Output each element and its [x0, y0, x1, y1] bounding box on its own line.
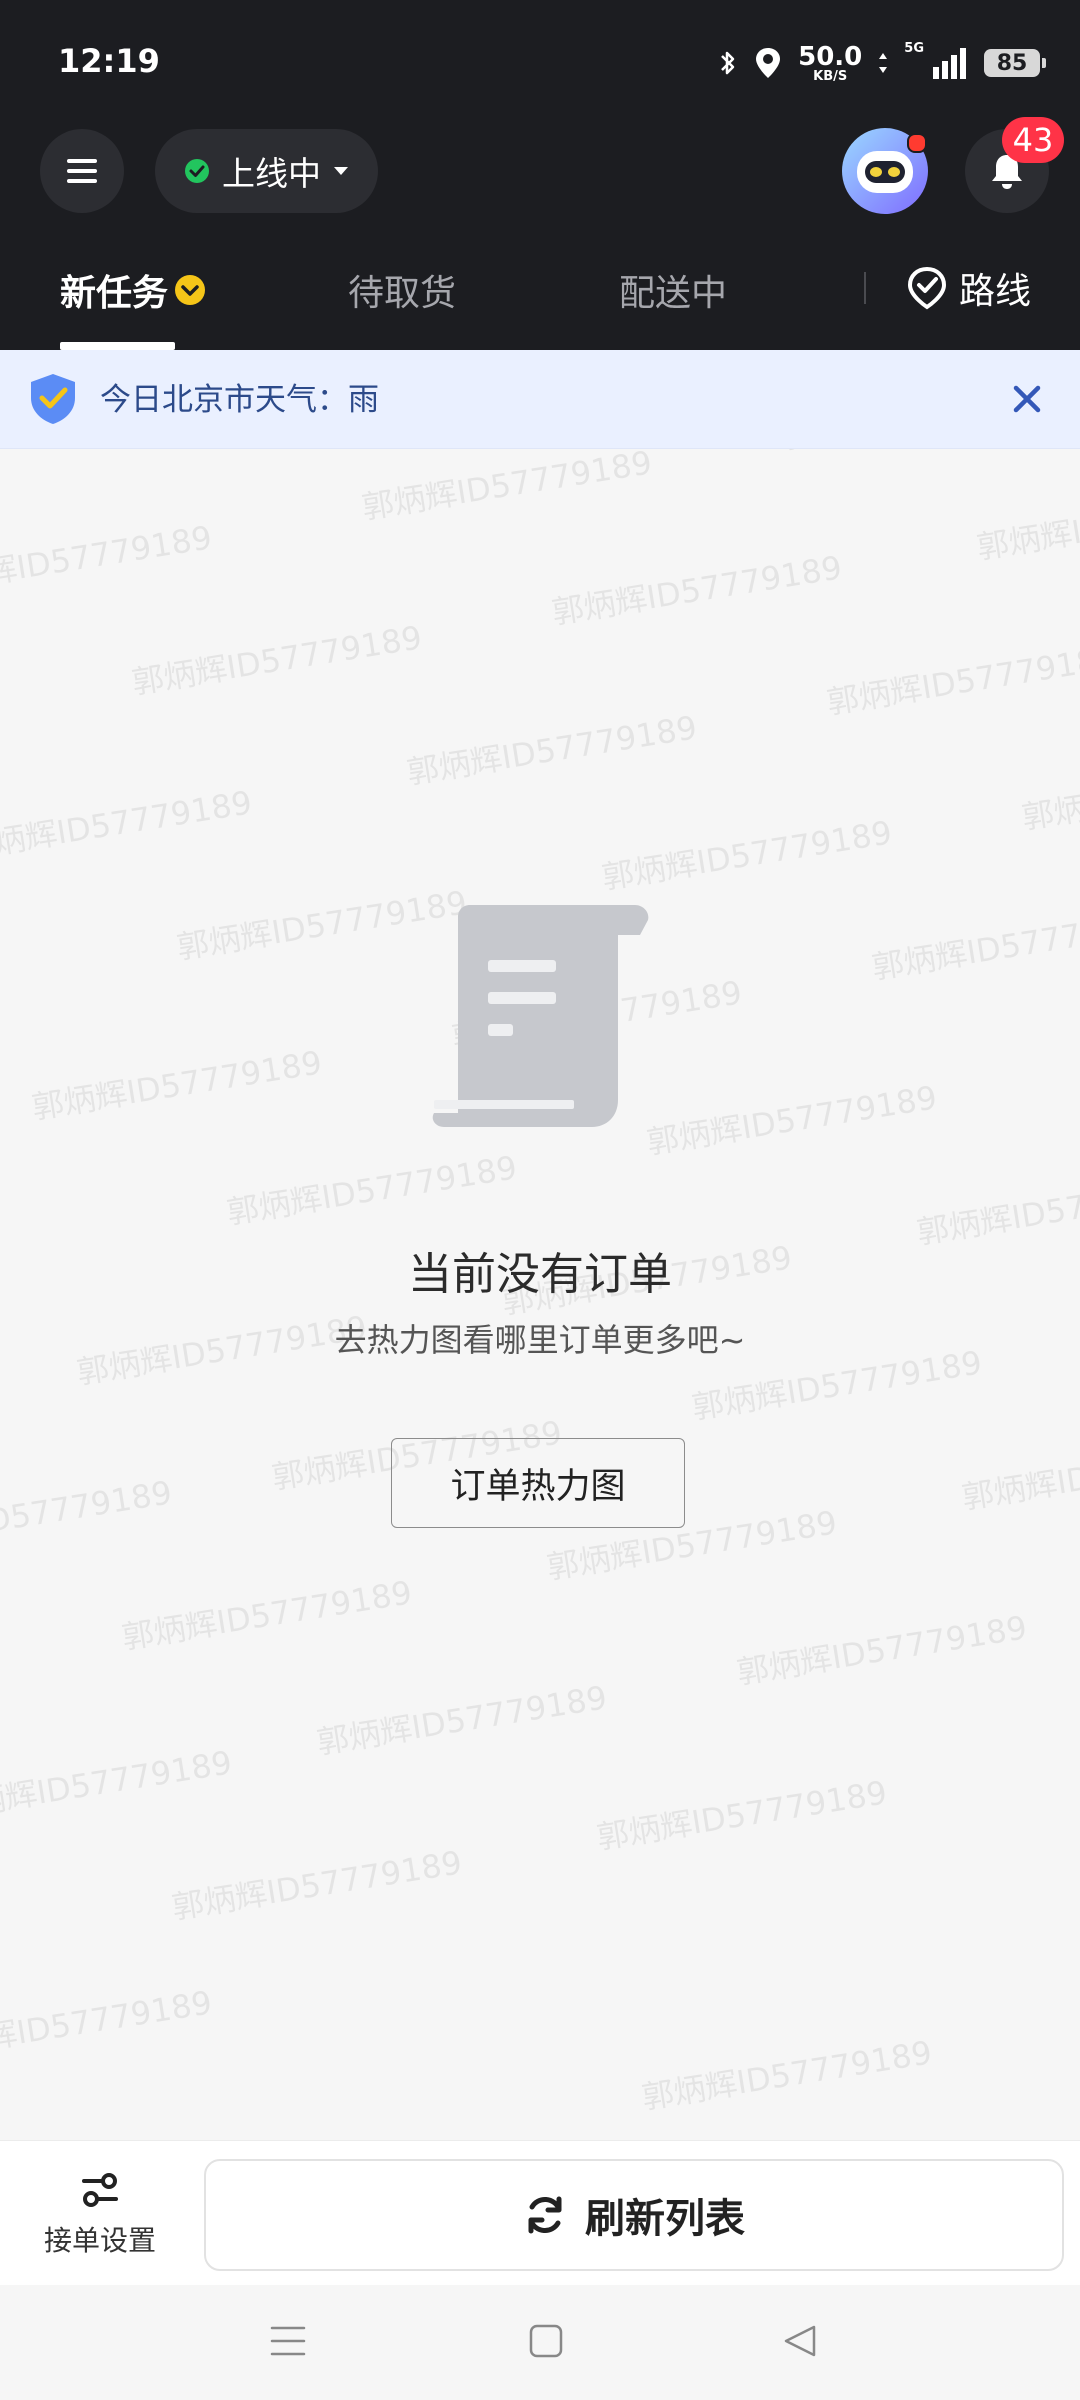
route-label: 路线	[959, 271, 1032, 312]
watermark: 郭炳辉ID57779189	[0, 518, 215, 602]
empty-orders-icon	[432, 905, 649, 1127]
assistant-alert-dot	[907, 133, 927, 153]
watermark: 郭炳辉ID57779189	[974, 483, 1080, 567]
tab-new-tasks-label: 新任务	[60, 273, 169, 314]
watermark: 郭炳辉ID57779189	[314, 1678, 610, 1762]
route-button[interactable]: 路线	[905, 262, 1031, 314]
watermark: 郭炳辉ID57779189	[594, 1773, 890, 1857]
battery-level: 85	[996, 50, 1028, 76]
watermark: 郭炳辉ID57779189	[129, 618, 425, 702]
close-icon[interactable]	[1010, 382, 1044, 416]
network-type: 5G	[904, 41, 924, 56]
accept-settings-button[interactable]: 接单设置	[40, 2171, 160, 2259]
task-tabs: 新任务 待取货 配送中 路线	[0, 250, 1080, 350]
watermark: 郭炳辉ID57779189	[0, 1473, 175, 1557]
location-icon	[756, 48, 781, 78]
settings-sliders-icon	[82, 2173, 118, 2207]
watermark: 郭炳辉ID57779189	[869, 903, 1080, 987]
weather-notice-banner: 今日北京市天气：雨	[0, 350, 1080, 449]
menu-button[interactable]	[40, 129, 124, 213]
empty-state-subtitle: 去热力图看哪里订单更多吧~	[334, 1321, 746, 1359]
home-icon[interactable]	[528, 2323, 564, 2359]
active-tab-indicator	[60, 342, 175, 350]
app-header: 12:19 50.0 KB/S 5G 85 上线中 43 新任务 待取货 配送中…	[0, 0, 1080, 350]
robot-icon	[857, 151, 913, 193]
tab-divider	[864, 272, 866, 304]
weather-notice-text: 今日北京市天气：雨	[100, 382, 379, 418]
watermark: 郭炳辉ID57779189	[959, 1433, 1080, 1517]
watermark: 郭炳辉ID57779189	[734, 1608, 1030, 1692]
watermark: 郭炳辉ID57779189	[119, 1573, 415, 1657]
bottom-action-bar: 接单设置 刷新列表	[0, 2140, 1080, 2286]
watermark: 郭炳辉ID57779189	[824, 638, 1080, 722]
back-icon[interactable]	[782, 2323, 818, 2359]
watermark: 郭炳辉ID57779189	[29, 1043, 325, 1127]
tab-awaiting-pickup[interactable]: 待取货	[348, 264, 456, 316]
watermark: 郭炳辉ID57779189	[174, 883, 470, 967]
notification-count-badge: 43	[1002, 117, 1064, 163]
watermark: 郭炳辉ID57779189	[359, 443, 655, 527]
tab-new-tasks[interactable]: 新任务	[60, 264, 206, 316]
refresh-list-button[interactable]: 刷新列表	[204, 2159, 1064, 2271]
network-speed-value: 50.0	[798, 41, 863, 72]
watermark: 郭炳辉ID57779189	[0, 1983, 215, 2067]
watermark: 郭炳辉ID57779189	[0, 783, 255, 867]
tab-delivering[interactable]: 配送中	[619, 264, 727, 316]
watermark: 郭炳辉ID57779189	[644, 1078, 940, 1162]
watermark: 郭炳辉ID57779189	[549, 548, 845, 632]
status-bar: 12:19 50.0 KB/S 5G 85	[0, 0, 1080, 125]
watermark: 郭炳辉ID57779189	[599, 813, 895, 897]
refresh-list-label: 刷新列表	[585, 2196, 745, 2242]
signal-icon	[933, 48, 966, 79]
watermark: 郭炳辉ID57779189	[224, 1148, 520, 1232]
data-arrows-icon	[879, 53, 888, 73]
check-circle-icon	[185, 159, 209, 183]
chevron-badge-icon	[175, 275, 206, 305]
watermark: 郭炳辉ID57779189	[1019, 753, 1080, 837]
bluetooth-icon	[721, 51, 735, 75]
shield-check-icon	[31, 374, 75, 424]
recent-apps-icon[interactable]	[270, 2323, 306, 2359]
accept-settings-label: 接单设置	[43, 2224, 156, 2257]
empty-state-title: 当前没有订单	[408, 1249, 672, 1300]
watermark: 郭炳辉ID57779189	[404, 708, 700, 792]
menu-icon	[67, 159, 97, 183]
network-speed-unit: KB/S	[813, 68, 848, 84]
watermark: 郭炳辉ID57779189	[169, 1843, 465, 1927]
online-status-label: 上线中	[222, 154, 321, 193]
battery-icon: 85	[984, 49, 1046, 77]
order-heatmap-button[interactable]: 订单热力图	[391, 1438, 685, 1528]
network-speed: 50.0 KB/S	[798, 44, 862, 83]
watermark: 郭炳辉ID57779189	[639, 2033, 935, 2117]
route-pin-icon	[907, 266, 947, 310]
status-time: 12:19	[58, 42, 160, 80]
online-status-dropdown[interactable]: 上线中	[155, 129, 378, 213]
refresh-icon	[528, 2196, 562, 2234]
status-indicators: 50.0 KB/S 5G 85	[718, 38, 1046, 88]
watermark: 郭炳辉ID57779189	[0, 1743, 235, 1827]
system-navigation-bar	[0, 2285, 1080, 2400]
caret-down-icon	[334, 167, 348, 175]
